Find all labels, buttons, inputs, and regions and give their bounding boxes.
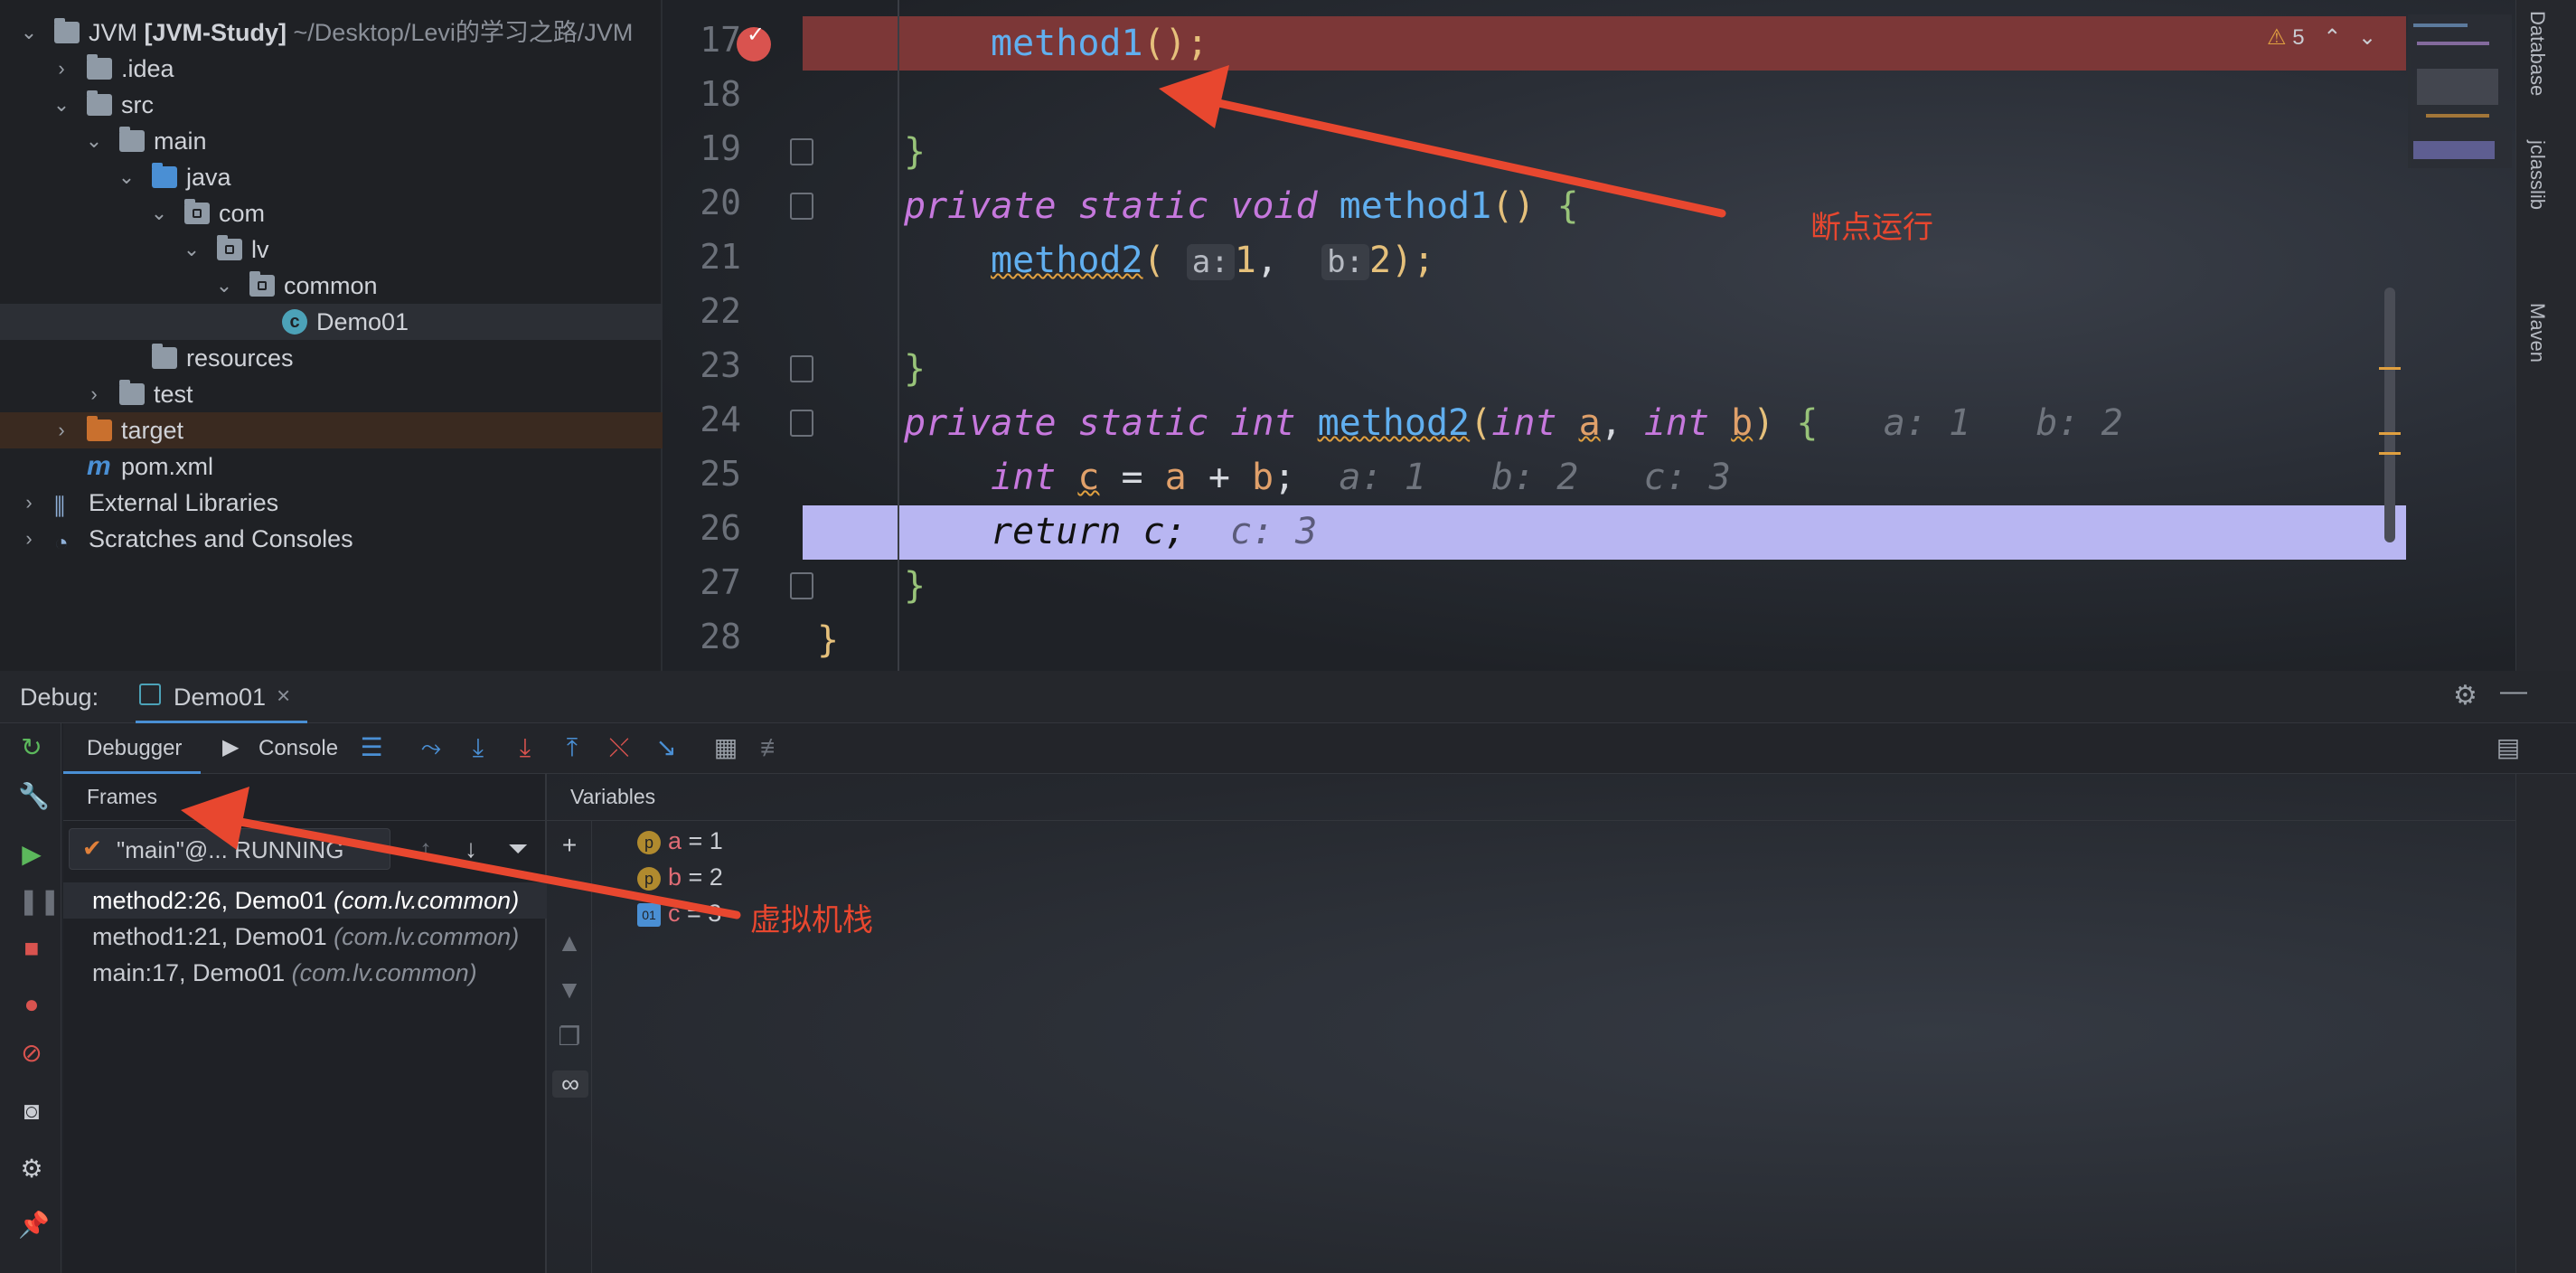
arrow-breakpoint-head — [1159, 65, 1229, 128]
arrow-breakpoint-line — [1198, 95, 1726, 218]
annotation-jvm-stack: 虚拟机栈 — [750, 903, 873, 938]
annotation-arrows — [181, 65, 1726, 919]
annotation-breakpoint-run: 断点运行 — [1810, 211, 1933, 245]
arrow-stack-head — [181, 787, 249, 850]
arrow-stack-line — [221, 815, 741, 919]
